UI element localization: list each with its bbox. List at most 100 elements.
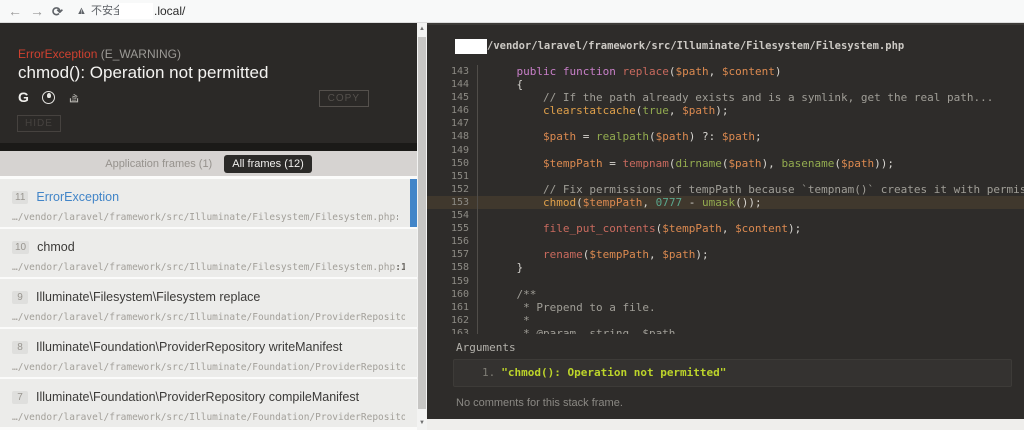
refresh-icon[interactable]: ⟳ <box>52 1 63 22</box>
line-number: 160 <box>427 288 477 301</box>
exception-header: ErrorException (E_WARNING) chmod(): Oper… <box>0 23 417 143</box>
frame-index-badge: 7 <box>12 391 28 404</box>
frame-path: …/vendor/laravel/framework/src/Illuminat… <box>12 362 405 373</box>
line-number: 156 <box>427 235 477 248</box>
code-line: 148 $path = realpath($path) ?: $path; <box>427 130 1024 143</box>
scrollbar-thumb[interactable] <box>418 37 426 409</box>
search-links: G <box>18 89 80 105</box>
code-line: 163 * @param string $path <box>427 327 1024 334</box>
line-number: 147 <box>427 117 477 130</box>
browser-toolbar: ← → ⟳ ▲! 不安全 .local/ <box>0 0 1024 23</box>
stack-frame-11[interactable]: 11 ErrorException …/vendor/laravel/framewo… <box>0 179 417 227</box>
code-line: 157 rename($tempPath, $path); <box>427 248 1024 261</box>
url-bar[interactable]: .local/ <box>154 0 185 22</box>
frame-title: Illuminate\Foundation\ProviderRepository… <box>36 340 342 354</box>
line-number: 155 <box>427 222 477 235</box>
file-path: /vendor/laravel/framework/src/Illuminate… <box>487 39 904 54</box>
copy-button[interactable]: COPY <box>319 90 369 107</box>
line-number: 150 <box>427 157 477 170</box>
code-line: 145 // If the path already exists and is… <box>427 91 1024 104</box>
page-bottom-strip <box>427 419 1024 430</box>
path-redacted-box <box>455 39 487 54</box>
line-number: 145 <box>427 91 477 104</box>
argument-value: "chmod(): Operation not permitted" <box>501 366 726 379</box>
tab-application-frames[interactable]: Application frames (1) <box>105 158 212 170</box>
stackoverflow-search-icon[interactable] <box>68 91 80 104</box>
code-line: 154 <box>427 209 1024 222</box>
frame-path: …/vendor/laravel/framework/src/Illuminat… <box>12 412 405 423</box>
line-number: 151 <box>427 170 477 183</box>
url-redacted-box <box>119 3 153 19</box>
frame-title: Illuminate\Foundation\ProviderRepository… <box>36 390 359 404</box>
left-panel-scrollbar[interactable]: ▲ ▼ <box>417 23 427 430</box>
frame-index-badge: 9 <box>12 291 28 304</box>
frame-index-badge: 8 <box>12 341 28 354</box>
not-secure-warning-icon[interactable]: ▲! <box>76 2 89 21</box>
stack-frame-9[interactable]: 9 Illuminate\Filesystem\Filesystem replac… <box>0 279 417 327</box>
arguments-list: 1. "chmod(): Operation not permitted" <box>453 359 1012 387</box>
code-line: 144 { <box>427 78 1024 91</box>
code-line: 150 $tempPath = tempnam(dirname($path), … <box>427 157 1024 170</box>
no-comments-text: No comments for this stack frame. <box>456 397 623 409</box>
code-line: 146 clearstatcache(true, $path); <box>427 104 1024 117</box>
scrollbar-down-icon[interactable]: ▼ <box>417 417 427 430</box>
line-number: 162 <box>427 314 477 327</box>
line-number: 163 <box>427 327 477 334</box>
line-number: 152 <box>427 183 477 196</box>
frame-title: ErrorException <box>36 190 119 204</box>
code-line: 162 * <box>427 314 1024 327</box>
file-header: /vendor/laravel/framework/src/Illuminate… <box>455 39 904 54</box>
code-line: 159 <box>427 275 1024 288</box>
frame-path: …/vendor/laravel/framework/src/Illuminat… <box>12 262 405 273</box>
exception-class: ErrorException <box>18 47 97 61</box>
code-line: 158 } <box>427 261 1024 274</box>
code-line-highlighted: 153 chmod($tempPath, 0777 - umask()); <box>427 196 1024 209</box>
code-line: 155 file_put_contents($tempPath, $conten… <box>427 222 1024 235</box>
frame-title: Illuminate\Filesystem\Filesystem replace <box>36 290 260 304</box>
arguments-label: Arguments <box>456 341 516 354</box>
code-right-panel: /vendor/laravel/framework/src/Illuminate… <box>427 23 1024 430</box>
code-line: 160 /** <box>427 288 1024 301</box>
code-line: 147 <box>427 117 1024 130</box>
tab-all-frames[interactable]: All frames (12) <box>224 155 312 173</box>
line-number: 143 <box>427 65 477 78</box>
argument-index: 1. <box>482 366 495 379</box>
line-number: 148 <box>427 130 477 143</box>
page-content: ErrorException (E_WARNING) chmod(): Oper… <box>0 23 1024 430</box>
back-icon[interactable]: ← <box>8 1 22 22</box>
code-line: 152 // Fix permissions of tempPath becau… <box>427 183 1024 196</box>
hide-button[interactable]: HIDE <box>17 115 61 132</box>
line-number: 153 <box>427 196 477 209</box>
google-search-icon[interactable]: G <box>18 89 29 105</box>
line-number: 154 <box>427 209 477 222</box>
line-number: 161 <box>427 301 477 314</box>
code-viewer: 143 public function replace($path, $cont… <box>427 65 1024 334</box>
code-line: 151 <box>427 170 1024 183</box>
exception-message: chmod(): Operation not permitted <box>18 63 268 83</box>
line-number: 146 <box>427 104 477 117</box>
line-number: 157 <box>427 248 477 261</box>
line-number: 144 <box>427 78 477 91</box>
line-number: 159 <box>427 275 477 288</box>
frame-path: …/vendor/laravel/framework/src/Illuminat… <box>12 312 405 323</box>
stack-frame-8[interactable]: 8 Illuminate\Foundation\ProviderRepositor… <box>0 329 417 377</box>
frame-path: …/vendor/laravel/framework/src/Illuminat… <box>12 212 398 223</box>
line-number: 158 <box>427 261 477 274</box>
header-divider <box>0 143 417 151</box>
frames-tabs: Application frames (1) All frames (12) <box>0 151 417 176</box>
frame-index-badge: 11 <box>12 191 28 204</box>
duckduckgo-search-icon[interactable] <box>42 91 55 104</box>
stack-frame-7[interactable]: 7 Illuminate\Foundation\ProviderRepositor… <box>0 379 417 427</box>
stack-frames-list: 11 ErrorException …/vendor/laravel/framewo… <box>0 176 417 427</box>
forward-icon[interactable]: → <box>30 1 44 22</box>
frame-title: chmod <box>37 240 75 254</box>
code-line: 149 <box>427 144 1024 157</box>
code-line: 143 public function replace($path, $cont… <box>427 65 1024 78</box>
scrollbar-up-icon[interactable]: ▲ <box>417 23 427 36</box>
exception-class-line: ErrorException (E_WARNING) <box>18 47 181 61</box>
code-line: 156 <box>427 235 1024 248</box>
frame-index-badge: 10 <box>12 241 29 254</box>
stack-frame-10[interactable]: 10 chmod …/vendor/laravel/framework/src/Il… <box>0 229 417 277</box>
exception-left-panel: ErrorException (E_WARNING) chmod(): Oper… <box>0 23 417 430</box>
line-number: 149 <box>427 144 477 157</box>
